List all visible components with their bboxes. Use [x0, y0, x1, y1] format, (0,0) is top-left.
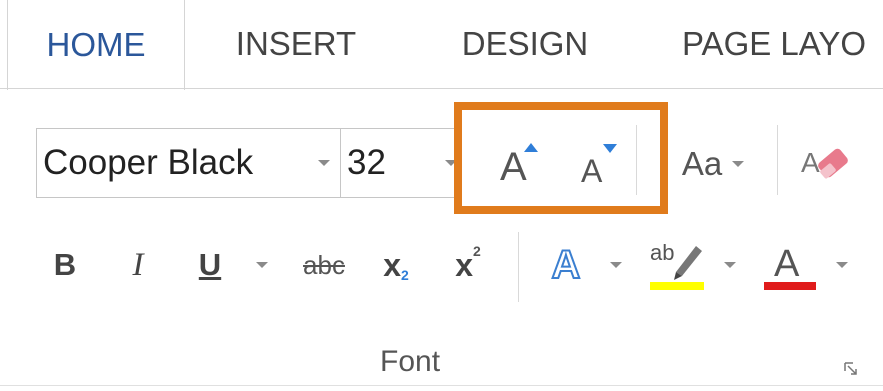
subscript-base: x — [383, 246, 401, 283]
clear-formatting-button[interactable]: A — [795, 133, 855, 193]
underline-label: U — [198, 247, 222, 282]
change-case-dropdown-arrow-icon — [732, 161, 745, 167]
text-effects-icon: A — [551, 242, 582, 288]
tab-page-layout[interactable]: PAGE LAYO — [672, 0, 883, 88]
font-color-icon: A — [764, 243, 816, 290]
grow-font-button[interactable]: A — [488, 130, 550, 196]
word-ribbon: HOME INSERT DESIGN PAGE LAYO Cooper Blac… — [0, 0, 883, 391]
shrink-font-icon: A — [571, 133, 621, 193]
ribbon-tabs: HOME INSERT DESIGN PAGE LAYO — [0, 0, 883, 90]
font-dialog-launcher[interactable] — [840, 358, 862, 380]
font-size-combo[interactable]: 32 — [340, 128, 462, 198]
strikethrough-button[interactable]: abc — [290, 242, 358, 288]
tab-insert-label: INSERT — [235, 25, 357, 62]
shrink-font-glyph: A — [581, 153, 603, 189]
font-name-value: Cooper Black — [43, 143, 254, 182]
tab-design[interactable]: DESIGN — [440, 0, 610, 88]
separator — [636, 125, 637, 195]
shrink-arrow-icon — [603, 144, 617, 153]
svg-text:ab: ab — [650, 240, 674, 265]
font-color-glyph: A — [774, 243, 800, 285]
tab-design-label: DESIGN — [461, 25, 589, 62]
separator — [518, 232, 519, 302]
strikethrough-label: abc — [303, 249, 345, 280]
font-color-button[interactable]: A — [762, 234, 818, 294]
tab-page-layout-label: PAGE LAYO — [682, 25, 867, 62]
italic-button[interactable]: I — [118, 240, 158, 290]
bold-button[interactable]: B — [45, 240, 85, 290]
italic-label: I — [132, 246, 144, 283]
text-highlight-dropdown-arrow-icon[interactable] — [720, 255, 740, 275]
tab-home[interactable]: HOME — [7, 0, 185, 90]
font-name-dropdown-arrow-icon[interactable] — [309, 129, 339, 197]
superscript-button[interactable]: x2 — [442, 240, 494, 290]
clear-formatting-icon: A — [801, 147, 848, 179]
change-case-label: Aa — [681, 145, 723, 182]
dialog-launcher-icon — [844, 362, 857, 375]
font-group-label: Font — [380, 345, 441, 378]
change-case-button[interactable]: Aa — [668, 133, 758, 195]
grow-font-icon: A — [494, 133, 544, 193]
grow-font-glyph: A — [500, 145, 527, 189]
superscript-mark: 2 — [473, 243, 481, 259]
subscript-mark: 2 — [401, 267, 409, 283]
tab-home-label: HOME — [46, 26, 146, 63]
underline-dropdown-arrow-icon[interactable] — [252, 255, 272, 275]
highlighter-icon: ab — [650, 240, 704, 290]
bold-label: B — [53, 247, 77, 282]
ribbon-divider — [0, 88, 883, 89]
font-name-combo[interactable]: Cooper Black — [36, 128, 341, 198]
shrink-font-button[interactable]: A — [565, 130, 627, 196]
text-effects-button[interactable]: A — [540, 238, 592, 292]
text-highlight-button[interactable]: ab — [648, 234, 706, 294]
underline-button[interactable]: U — [190, 238, 230, 292]
font-color-dropdown-arrow-icon[interactable] — [832, 255, 852, 275]
tab-insert[interactable]: INSERT — [210, 0, 382, 88]
font-size-dropdown-arrow-icon[interactable] — [436, 129, 466, 197]
separator — [777, 125, 778, 195]
grow-arrow-icon — [524, 143, 538, 152]
text-effects-dropdown-arrow-icon[interactable] — [606, 255, 626, 275]
superscript-base: x — [455, 246, 473, 283]
ribbon-bottom-line — [0, 385, 883, 386]
subscript-button[interactable]: x2 — [370, 240, 422, 290]
font-size-value: 32 — [347, 143, 386, 182]
svg-text:A: A — [801, 147, 820, 178]
